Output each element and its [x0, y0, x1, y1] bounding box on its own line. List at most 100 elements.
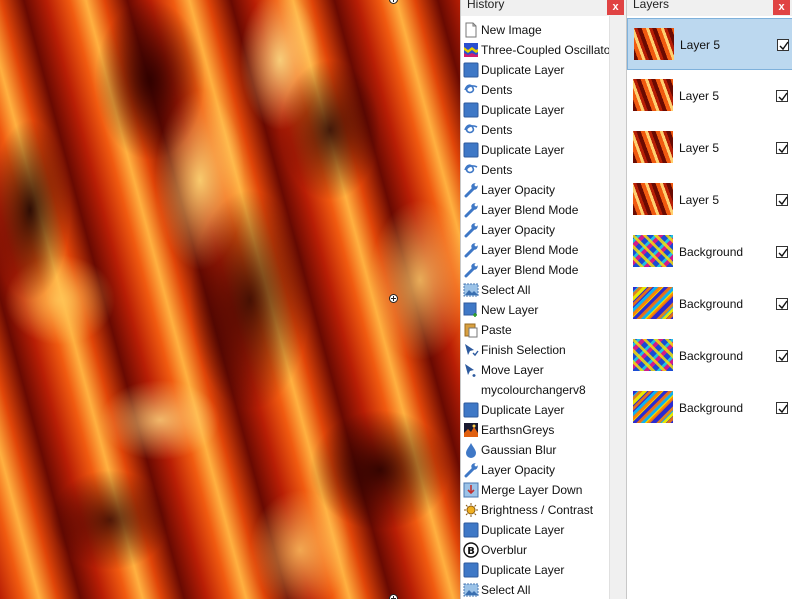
history-close-button[interactable]: x	[607, 0, 624, 15]
layer-row[interactable]: Layer 5	[627, 174, 792, 226]
history-item[interactable]: Duplicate Layer	[461, 560, 611, 580]
history-item[interactable]: Duplicate Layer	[461, 60, 611, 80]
history-item-label: New Layer	[481, 303, 539, 317]
history-item[interactable]: Dents	[461, 160, 611, 180]
history-titlebar: History x	[461, 0, 626, 16]
checkmark-icon	[778, 92, 788, 102]
wrench-icon	[463, 262, 479, 278]
history-item-label: Select All	[481, 283, 531, 297]
history-item[interactable]: Select All	[461, 580, 611, 599]
history-item[interactable]: Merge Layer Down	[461, 480, 611, 500]
move-layer-icon	[463, 362, 479, 378]
layer-name: Background	[679, 401, 744, 415]
history-item[interactable]: Layer Opacity	[461, 220, 611, 240]
layer-icon	[463, 142, 479, 158]
history-item[interactable]: Layer Blend Mode	[461, 200, 611, 220]
layer-row[interactable]: Background	[627, 226, 792, 278]
history-item[interactable]: Paste	[461, 320, 611, 340]
layer-thumbnail	[634, 28, 674, 60]
history-item-label: Layer Blend Mode	[481, 263, 579, 277]
history-scrollbar[interactable]	[609, 16, 626, 599]
history-item[interactable]: Dents	[461, 80, 611, 100]
layer-visibility-checkbox[interactable]	[776, 90, 788, 102]
layer-visibility-checkbox[interactable]	[776, 402, 788, 414]
checkmark-icon	[779, 41, 789, 51]
layer-row[interactable]: Layer 5	[627, 122, 792, 174]
layers-title: Layers	[633, 0, 670, 11]
history-item[interactable]: mycolourchangerv8	[461, 380, 611, 400]
brightness-icon	[463, 502, 479, 518]
history-item[interactable]: Brightness / Contrast	[461, 500, 611, 520]
layer-icon	[463, 402, 479, 418]
history-item[interactable]: Duplicate Layer	[461, 100, 611, 120]
layer-visibility-checkbox[interactable]	[776, 298, 788, 310]
layer-visibility-checkbox[interactable]	[777, 39, 789, 51]
finish-selection-icon	[463, 342, 479, 358]
wrench-icon	[463, 202, 479, 218]
layer-row[interactable]: Layer 5	[627, 70, 792, 122]
layer-name: Background	[679, 297, 744, 311]
new-layer-icon	[463, 302, 479, 318]
history-item[interactable]: B Overblur	[461, 540, 611, 560]
history-item[interactable]: Layer Opacity	[461, 460, 611, 480]
layer-name: Background	[679, 245, 744, 259]
layer-name: Layer 5	[680, 38, 721, 52]
history-item-label: Merge Layer Down	[481, 483, 583, 497]
canvas-handle-right[interactable]	[389, 294, 398, 303]
layers-close-button[interactable]: x	[773, 0, 790, 15]
history-title: History	[467, 0, 505, 11]
history-item-label: Duplicate Layer	[481, 403, 565, 417]
history-item-label: Duplicate Layer	[481, 63, 565, 77]
paste-icon	[463, 322, 479, 338]
wrench-icon	[463, 182, 479, 198]
effect-thumbnail-icon	[463, 42, 479, 58]
history-item-label: Layer Blend Mode	[481, 243, 579, 257]
history-item-label: New Image	[481, 23, 542, 37]
layer-thumbnail	[633, 339, 673, 371]
layer-row[interactable]: Background	[627, 382, 792, 434]
image-canvas[interactable]	[0, 0, 460, 599]
history-item[interactable]: Layer Opacity	[461, 180, 611, 200]
b-letter-icon: B	[463, 542, 479, 558]
history-item[interactable]: Finish Selection	[461, 340, 611, 360]
layer-visibility-checkbox[interactable]	[776, 142, 788, 154]
history-item[interactable]: Gaussian Blur	[461, 440, 611, 460]
history-item[interactable]: Layer Blend Mode	[461, 240, 611, 260]
history-item-label: Dents	[481, 123, 513, 137]
layer-visibility-checkbox[interactable]	[776, 194, 788, 206]
wrench-icon	[463, 242, 479, 258]
layer-visibility-checkbox[interactable]	[776, 246, 788, 258]
dents-icon	[463, 122, 479, 138]
select-all-icon	[463, 282, 479, 298]
dents-icon	[463, 162, 479, 178]
history-item[interactable]: Layer Blend Mode	[461, 260, 611, 280]
layer-row[interactable]: Background	[627, 278, 792, 330]
history-item[interactable]: Three-Coupled Oscillators	[461, 40, 620, 60]
history-item[interactable]: Duplicate Layer	[461, 140, 611, 160]
layer-thumbnail	[633, 287, 673, 319]
history-item[interactable]: Move Layer	[461, 360, 611, 380]
layer-name: Layer 5	[679, 89, 720, 103]
history-item[interactable]: New Image	[461, 20, 611, 40]
layer-thumbnail	[633, 131, 673, 163]
canvas-handle-top[interactable]	[389, 0, 398, 4]
layer-thumbnail	[633, 79, 673, 111]
history-item-label: EarthsnGreys	[481, 423, 555, 437]
history-item[interactable]: Duplicate Layer	[461, 400, 611, 420]
layer-visibility-checkbox[interactable]	[776, 350, 788, 362]
history-item[interactable]: Duplicate Layer	[461, 520, 611, 540]
layer-name: Layer 5	[679, 141, 720, 155]
new-image-icon	[463, 22, 479, 38]
checkmark-icon	[778, 404, 788, 414]
canvas-handle-bottom[interactable]	[389, 594, 398, 599]
checkmark-icon	[778, 248, 788, 258]
history-item[interactable]: Select All	[461, 280, 611, 300]
history-panel: History x New Image Three-Coupled Oscilla…	[460, 0, 626, 599]
layer-thumbnail	[633, 235, 673, 267]
history-item[interactable]: Dents	[461, 120, 611, 140]
history-item-label: Duplicate Layer	[481, 143, 565, 157]
layer-row[interactable]: Layer 5	[627, 18, 792, 70]
history-item[interactable]: EarthsnGreys	[461, 420, 611, 440]
history-item[interactable]: New Layer	[461, 300, 611, 320]
layer-row[interactable]: Background	[627, 330, 792, 382]
